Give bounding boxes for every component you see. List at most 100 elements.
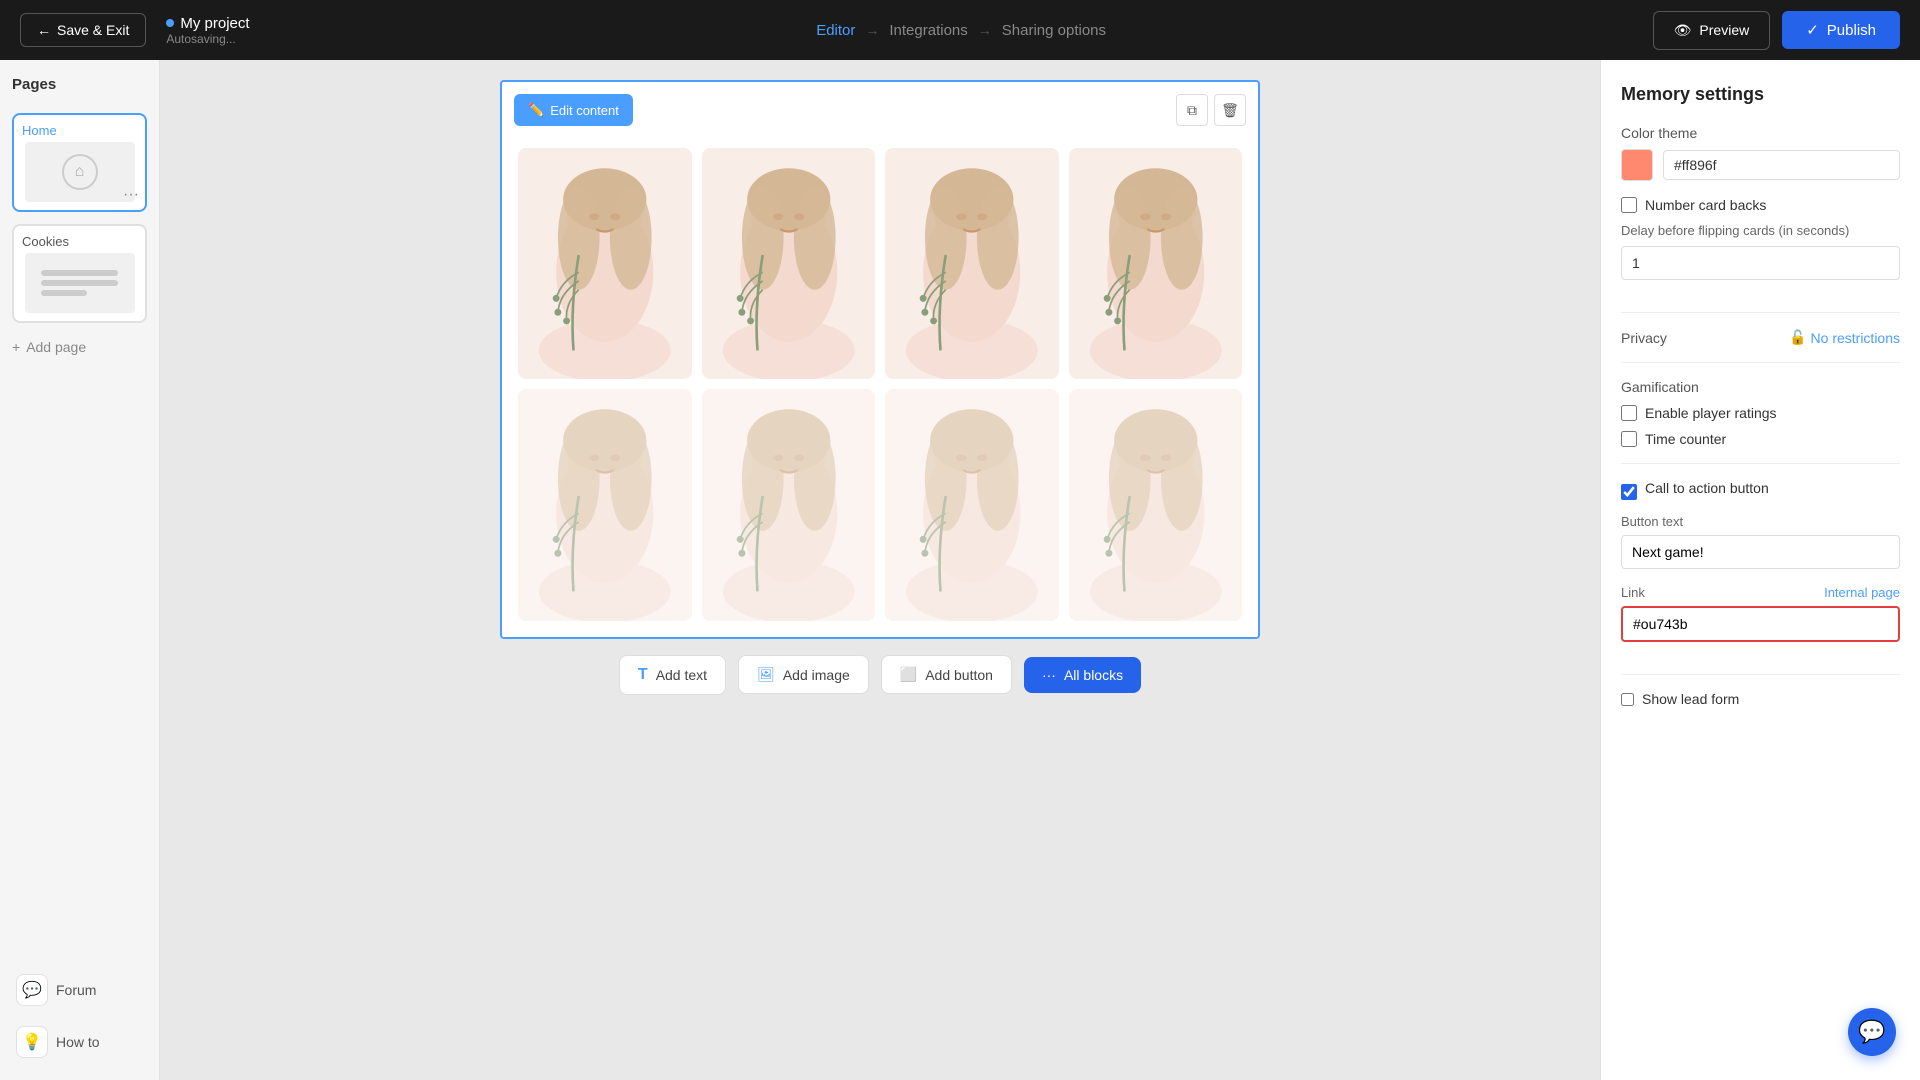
home-thumbnail: ⌂ — [25, 142, 135, 202]
memory-card-6[interactable] — [702, 389, 876, 620]
number-card-backs-row: Number card backs — [1621, 197, 1900, 213]
privacy-row: Privacy 🔓 No restrictions — [1621, 329, 1900, 346]
bottom-toolbar: T Add text 🖼 Add image ⬜ Add button ··· … — [619, 655, 1141, 695]
lock-icon: 🔓 — [1789, 329, 1806, 346]
divider-1 — [1621, 312, 1900, 313]
show-lead-form-label: Show lead form — [1642, 691, 1739, 707]
right-panel: Memory settings Color theme Number card … — [1600, 60, 1920, 1080]
status-dot — [166, 19, 174, 27]
top-right-actions: 👁 Preview ✓ Publish — [1653, 11, 1900, 50]
time-counter-row: Time counter — [1621, 431, 1900, 447]
all-blocks-button[interactable]: ··· All blocks — [1024, 657, 1141, 693]
link-label: Link — [1621, 585, 1645, 600]
enable-player-ratings-checkbox[interactable] — [1621, 405, 1637, 421]
duplicate-button[interactable]: ⧉ — [1176, 94, 1208, 126]
add-page-button[interactable]: + Add page — [12, 335, 147, 359]
woman-illustration-6 — [702, 389, 876, 620]
top-nav: ← Save & Exit My project Autosaving... E… — [0, 0, 1920, 60]
link-row: Link Internal page — [1621, 585, 1900, 600]
chat-bubble-button[interactable]: 💬 — [1848, 1008, 1896, 1056]
project-name: My project — [166, 15, 249, 32]
thumb-line-1 — [41, 270, 118, 276]
player-ratings-row: Enable player ratings — [1621, 405, 1900, 421]
number-card-backs-checkbox[interactable] — [1621, 197, 1637, 213]
woman-illustration-3 — [885, 148, 1059, 379]
eye-icon: 👁 — [1674, 22, 1692, 39]
delete-button[interactable]: 🗑 — [1214, 94, 1246, 126]
add-button-button[interactable]: ⬜ Add button — [881, 655, 1012, 694]
link-input[interactable] — [1621, 606, 1900, 642]
memory-grid — [518, 148, 1242, 621]
card-actions: ⧉ 🗑 — [1176, 94, 1246, 126]
edit-content-button[interactable]: ✏️ Edit content — [514, 94, 633, 126]
memory-card-8[interactable] — [1069, 389, 1243, 620]
publish-button[interactable]: ✓ Publish — [1782, 11, 1900, 49]
divider-2 — [1621, 362, 1900, 363]
check-icon: ✓ — [1806, 21, 1819, 39]
memory-card-3[interactable] — [885, 148, 1059, 379]
forum-icon: 💬 — [16, 974, 48, 1006]
nav-links: Editor → Integrations → Sharing options — [290, 22, 1633, 39]
editor-link[interactable]: Editor — [816, 22, 855, 39]
time-counter-label: Time counter — [1645, 431, 1726, 447]
home-icon: ⌂ — [62, 154, 98, 190]
time-counter-checkbox[interactable] — [1621, 431, 1637, 447]
delay-input[interactable] — [1621, 246, 1900, 280]
cookies-thumbnail — [25, 253, 135, 313]
how-to-tool[interactable]: 💡 How to — [12, 1020, 147, 1064]
color-hex-input[interactable] — [1663, 150, 1900, 180]
page-card-cookies[interactable]: Cookies — [12, 224, 147, 323]
woman-illustration-2 — [702, 148, 876, 379]
canvas-area: ✏️ Edit content ⧉ 🗑 — [160, 60, 1600, 1080]
divider-3 — [1621, 463, 1900, 464]
card-image-5 — [518, 389, 692, 620]
card-image-3 — [885, 148, 1059, 379]
button-text-input[interactable] — [1621, 535, 1900, 569]
plus-icon: + — [12, 339, 20, 355]
add-text-button[interactable]: T Add text — [619, 655, 726, 695]
woman-illustration-1 — [518, 148, 692, 379]
main-layout: Pages Home ⌂ ··· Cookies + Add page — [0, 60, 1920, 1080]
card-image-7 — [885, 389, 1059, 620]
save-exit-button[interactable]: ← Save & Exit — [20, 13, 146, 47]
project-info: My project Autosaving... — [166, 15, 249, 46]
woman-illustration-7 — [885, 389, 1059, 620]
divider-4 — [1621, 674, 1900, 675]
sharing-options-link[interactable]: Sharing options — [1002, 22, 1106, 39]
cta-checkbox[interactable] — [1621, 484, 1637, 500]
memory-card-5[interactable] — [518, 389, 692, 620]
gamification-title: Gamification — [1621, 379, 1900, 395]
woman-illustration-4 — [1069, 148, 1243, 379]
internal-page-link[interactable]: Internal page — [1824, 585, 1900, 600]
preview-button[interactable]: 👁 Preview — [1653, 11, 1771, 50]
memory-card-7[interactable] — [885, 389, 1059, 620]
thumb-line-2 — [41, 280, 118, 286]
privacy-value[interactable]: 🔓 No restrictions — [1789, 329, 1900, 346]
delay-label: Delay before flipping cards (in seconds) — [1621, 223, 1900, 238]
autosave-status: Autosaving... — [166, 32, 249, 46]
card-image-6 — [702, 389, 876, 620]
pencil-icon: ✏️ — [528, 102, 544, 118]
card-image-2 — [702, 148, 876, 379]
add-image-button[interactable]: 🖼 Add image — [738, 655, 869, 694]
button-icon: ⬜ — [900, 666, 917, 683]
woman-illustration-8 — [1069, 389, 1243, 620]
card-image-4 — [1069, 148, 1243, 379]
page-name-cookies: Cookies — [22, 234, 69, 249]
page-name-home: Home — [22, 123, 57, 138]
memory-container: ✏️ Edit content ⧉ 🗑 — [500, 80, 1260, 639]
memory-card-2[interactable] — [702, 148, 876, 379]
show-lead-form-checkbox[interactable] — [1621, 693, 1634, 706]
page-more-button-home[interactable]: ··· — [123, 186, 139, 204]
integrations-link[interactable]: Integrations — [889, 22, 967, 39]
color-row — [1621, 149, 1900, 181]
forum-tool[interactable]: 💬 Forum — [12, 968, 147, 1012]
color-swatch[interactable] — [1621, 149, 1653, 181]
memory-card-1[interactable] — [518, 148, 692, 379]
image-icon: 🖼 — [757, 666, 775, 683]
text-icon: T — [638, 666, 648, 684]
number-card-backs-label: Number card backs — [1645, 197, 1766, 213]
memory-card-4[interactable] — [1069, 148, 1243, 379]
page-card-home[interactable]: Home ⌂ ··· — [12, 113, 147, 212]
how-to-icon: 💡 — [16, 1026, 48, 1058]
